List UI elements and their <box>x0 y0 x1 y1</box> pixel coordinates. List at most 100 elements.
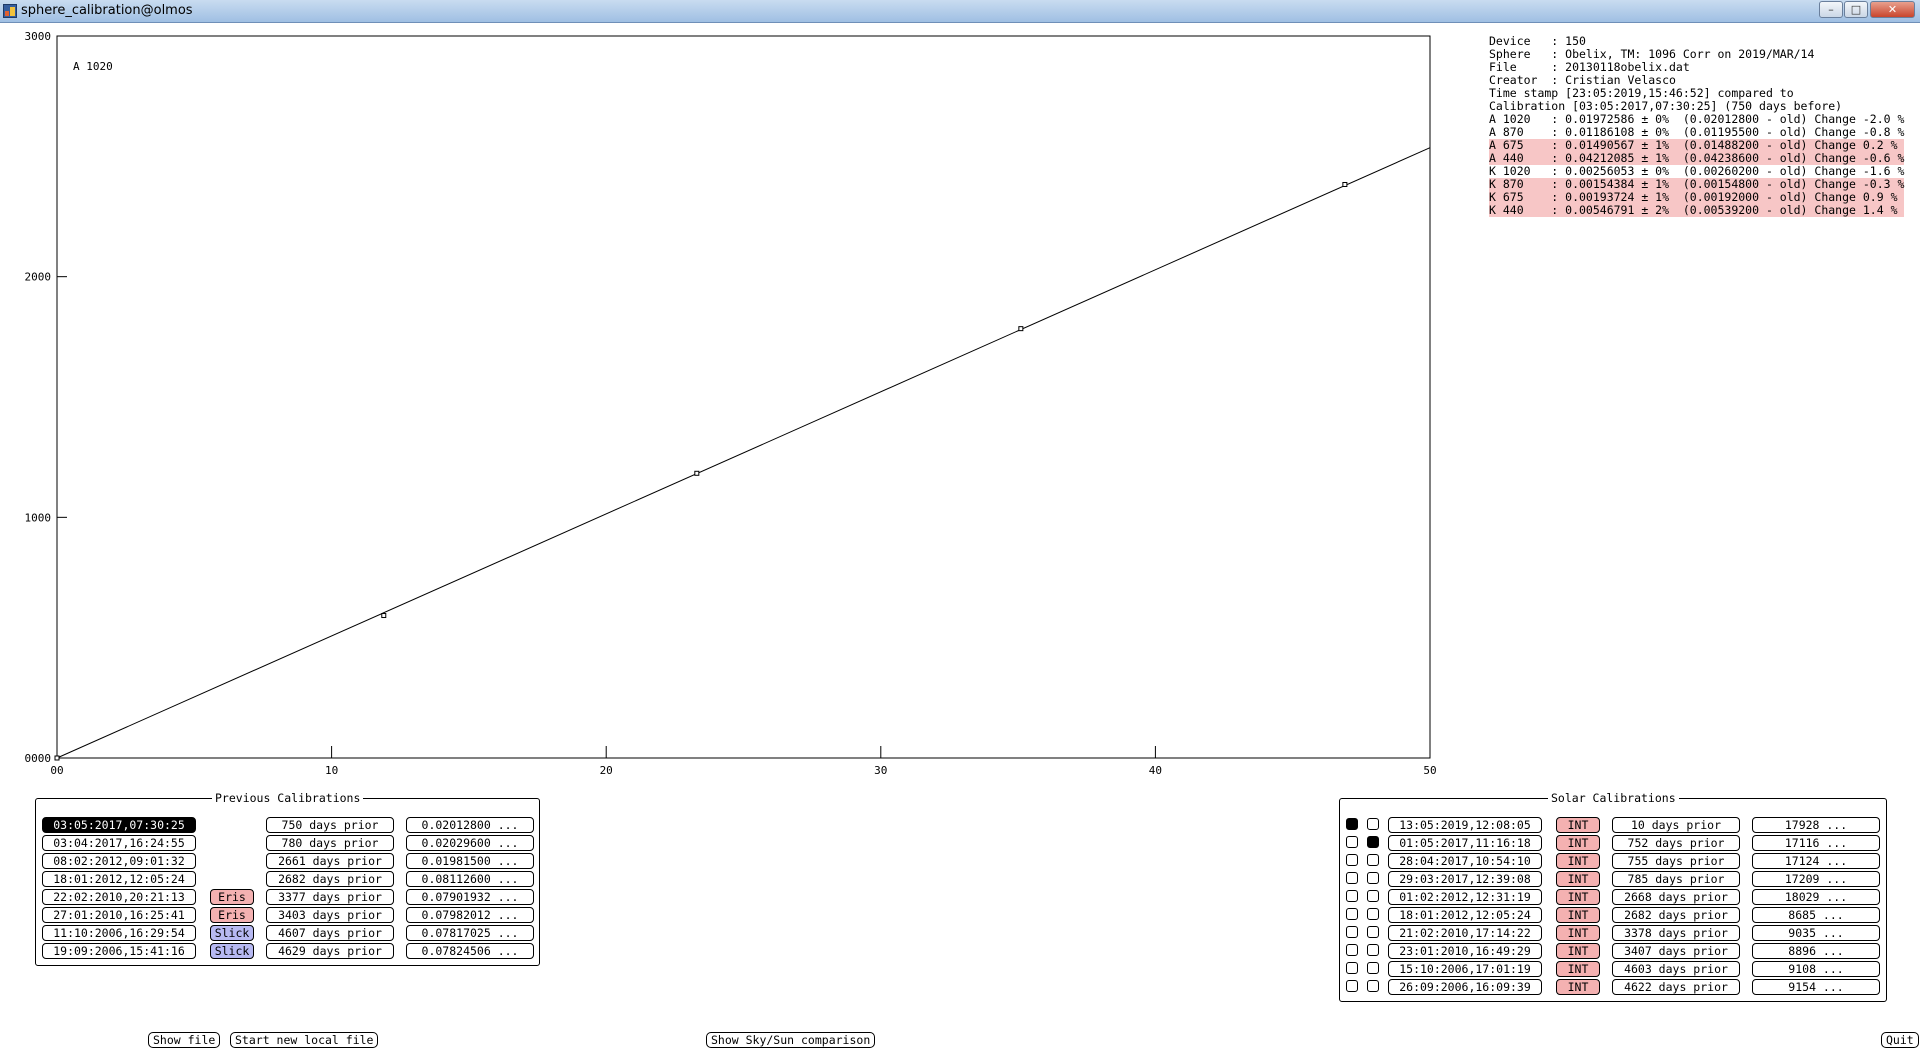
solar-calibration-value-button[interactable]: 8896 ... <box>1752 943 1880 959</box>
solar-calibration-value-button[interactable]: 17124 ... <box>1752 853 1880 869</box>
data-point <box>1018 326 1024 332</box>
previous-calibration-date-button[interactable]: 22:02:2010,20:21:13 <box>42 889 196 905</box>
solar-select-first-checkbox[interactable] <box>1346 836 1358 848</box>
solar-calibration-value-button[interactable]: 17928 ... <box>1752 817 1880 833</box>
solar-calibration-row: 23:01:2010,16:49:29 INT 3407 days prior 889… <box>1340 943 1884 959</box>
show-sky-sun-comparison-button[interactable]: Show Sky/Sun comparison <box>706 1032 876 1048</box>
previous-calibration-value-button[interactable]: 0.02029600 ... <box>406 835 534 851</box>
y-tick-label: 1000 <box>25 511 52 524</box>
minimize-button[interactable]: – <box>1819 1 1843 18</box>
solar-calibration-date-button[interactable]: 29:03:2017,12:39:08 <box>1388 871 1542 887</box>
solar-calibration-value-button[interactable]: 9035 ... <box>1752 925 1880 941</box>
solar-calibration-tag: INT <box>1556 835 1600 851</box>
solar-calibration-value-button[interactable]: 18029 ... <box>1752 889 1880 905</box>
solar-calibration-date-button[interactable]: 28:04:2017,10:54:10 <box>1388 853 1542 869</box>
solar-calibration-value-button[interactable]: 8685 ... <box>1752 907 1880 923</box>
previous-calibration-date-button[interactable]: 03:04:2017,16:24:55 <box>42 835 196 851</box>
quit-button[interactable]: Quit <box>1881 1032 1919 1048</box>
previous-calibration-date-button[interactable]: 27:01:2010,16:25:41 <box>42 907 196 923</box>
start-new-local-file-button[interactable]: Start new local file <box>230 1032 379 1048</box>
previous-calibration-tag: Eris <box>210 889 254 905</box>
solar-select-first-checkbox[interactable] <box>1346 872 1358 884</box>
solar-calibration-value-button[interactable]: 17116 ... <box>1752 835 1880 851</box>
previous-calibration-days-prior: 2661 days prior <box>266 853 394 869</box>
previous-calibration-value-button[interactable]: 0.02012800 ... <box>406 817 534 833</box>
solar-calibration-row: 29:03:2017,12:39:08 INT 785 days prior 1720… <box>1340 871 1884 887</box>
solar-calibration-date-button[interactable]: 01:05:2017,11:16:18 <box>1388 835 1542 851</box>
solar-calibration-value-button[interactable]: 9154 ... <box>1752 979 1880 995</box>
data-point <box>1342 181 1348 187</box>
previous-calibration-date-button[interactable]: 08:02:2012,09:01:32 <box>42 853 196 869</box>
solar-calibration-date-button[interactable]: 13:05:2019,12:08:05 <box>1388 817 1542 833</box>
maximize-button[interactable]: □ <box>1844 1 1868 18</box>
x-tick-label: 50 <box>1423 764 1436 777</box>
solar-calibration-tag: INT <box>1556 925 1600 941</box>
solar-select-second-checkbox[interactable] <box>1367 854 1379 866</box>
solar-calibration-days-prior: 4603 days prior <box>1612 961 1740 977</box>
solar-calibration-value-button[interactable]: 17209 ... <box>1752 871 1880 887</box>
solar-select-first-checkbox[interactable] <box>1346 962 1358 974</box>
solar-select-first-checkbox[interactable] <box>1346 818 1358 830</box>
solar-calibration-date-button[interactable]: 01:02:2012,12:31:19 <box>1388 889 1542 905</box>
previous-calibration-value-button[interactable]: 0.07824506 ... <box>406 943 534 959</box>
previous-calibration-date-button[interactable]: 19:09:2006,15:41:16 <box>42 943 196 959</box>
x-tick-label: 40 <box>1149 764 1162 777</box>
solar-calibration-date-button[interactable]: 15:10:2006,17:01:19 <box>1388 961 1542 977</box>
previous-calibration-value-button[interactable]: 0.07817025 ... <box>406 925 534 941</box>
solar-calibration-days-prior: 2682 days prior <box>1612 907 1740 923</box>
app-icon <box>3 4 17 18</box>
previous-calibration-row: 11:10:2006,16:29:54 Slick 4607 days prior 0… <box>36 925 536 941</box>
solar-calibration-days-prior: 752 days prior <box>1612 835 1740 851</box>
previous-calibration-days-prior: 780 days prior <box>266 835 394 851</box>
solar-select-first-checkbox[interactable] <box>1346 908 1358 920</box>
solar-calibration-tag: INT <box>1556 979 1600 995</box>
solar-select-first-checkbox[interactable] <box>1346 890 1358 902</box>
info-line: K 440 : 0.00546791 ± 2% (0.00539200 - ol… <box>1489 203 1905 217</box>
solar-select-first-checkbox[interactable] <box>1346 944 1358 956</box>
chart-annotation: A 1020 <box>73 60 113 73</box>
solar-calibrations-panel: Solar Calibrations 13:05:2019,12:08:05 IN… <box>1339 791 1887 1002</box>
solar-calibration-date-button[interactable]: 23:01:2010,16:49:29 <box>1388 943 1542 959</box>
solar-calibration-date-button[interactable]: 26:09:2006,16:09:39 <box>1388 979 1542 995</box>
solar-calibration-tag: INT <box>1556 853 1600 869</box>
previous-calibration-value-button[interactable]: 0.07982012 ... <box>406 907 534 923</box>
calibration-chart: 00 10 20 30 40 50 0000 1000 2000 3000 A 1020 <box>25 30 1437 777</box>
previous-calibration-days-prior: 4607 days prior <box>266 925 394 941</box>
solar-select-second-checkbox[interactable] <box>1367 890 1379 902</box>
solar-calibration-date-button[interactable]: 18:01:2012,12:05:24 <box>1388 907 1542 923</box>
previous-calibration-value-button[interactable]: 0.01981500 ... <box>406 853 534 869</box>
close-window-button[interactable]: ✕ <box>1870 1 1915 18</box>
previous-calibration-date-button[interactable]: 18:01:2012,12:05:24 <box>42 871 196 887</box>
solar-calibration-row: 15:10:2006,17:01:19 INT 4603 days prior 910… <box>1340 961 1884 977</box>
solar-select-second-checkbox[interactable] <box>1367 836 1379 848</box>
solar-calibration-row: 18:01:2012,12:05:24 INT 2682 days prior 868… <box>1340 907 1884 923</box>
solar-select-second-checkbox[interactable] <box>1367 908 1379 920</box>
solar-select-first-checkbox[interactable] <box>1346 926 1358 938</box>
title-bar: sphere_calibration@olmos – □ ✕ <box>0 0 1920 23</box>
previous-calibration-days-prior: 2682 days prior <box>266 871 394 887</box>
y-tick-label: 0000 <box>25 752 52 765</box>
previous-calibration-date-button[interactable]: 03:05:2017,07:30:25 <box>42 817 196 833</box>
previous-calibration-value-button[interactable]: 0.07901932 ... <box>406 889 534 905</box>
solar-select-second-checkbox[interactable] <box>1367 926 1379 938</box>
solar-calibration-days-prior: 10 days prior <box>1612 817 1740 833</box>
show-file-button[interactable]: Show file <box>148 1032 221 1048</box>
solar-calibration-days-prior: 785 days prior <box>1612 871 1740 887</box>
solar-select-second-checkbox[interactable] <box>1367 818 1379 830</box>
solar-select-first-checkbox[interactable] <box>1346 854 1358 866</box>
x-tick-label: 30 <box>874 764 887 777</box>
solar-select-second-checkbox[interactable] <box>1367 944 1379 956</box>
solar-select-first-checkbox[interactable] <box>1346 980 1358 992</box>
previous-calibration-days-prior: 4629 days prior <box>266 943 394 959</box>
solar-select-second-checkbox[interactable] <box>1367 980 1379 992</box>
solar-select-second-checkbox[interactable] <box>1367 872 1379 884</box>
previous-calibration-date-button[interactable]: 11:10:2006,16:29:54 <box>42 925 196 941</box>
solar-calibration-row: 01:02:2012,12:31:19 INT 2668 days prior 180… <box>1340 889 1884 905</box>
solar-calibration-days-prior: 755 days prior <box>1612 853 1740 869</box>
solar-calibration-days-prior: 2668 days prior <box>1612 889 1740 905</box>
solar-select-second-checkbox[interactable] <box>1367 962 1379 974</box>
solar-calibration-value-button[interactable]: 9108 ... <box>1752 961 1880 977</box>
solar-calibration-date-button[interactable]: 21:02:2010,17:14:22 <box>1388 925 1542 941</box>
previous-calibration-value-button[interactable]: 0.08112600 ... <box>406 871 534 887</box>
solar-calibration-tag: INT <box>1556 907 1600 923</box>
